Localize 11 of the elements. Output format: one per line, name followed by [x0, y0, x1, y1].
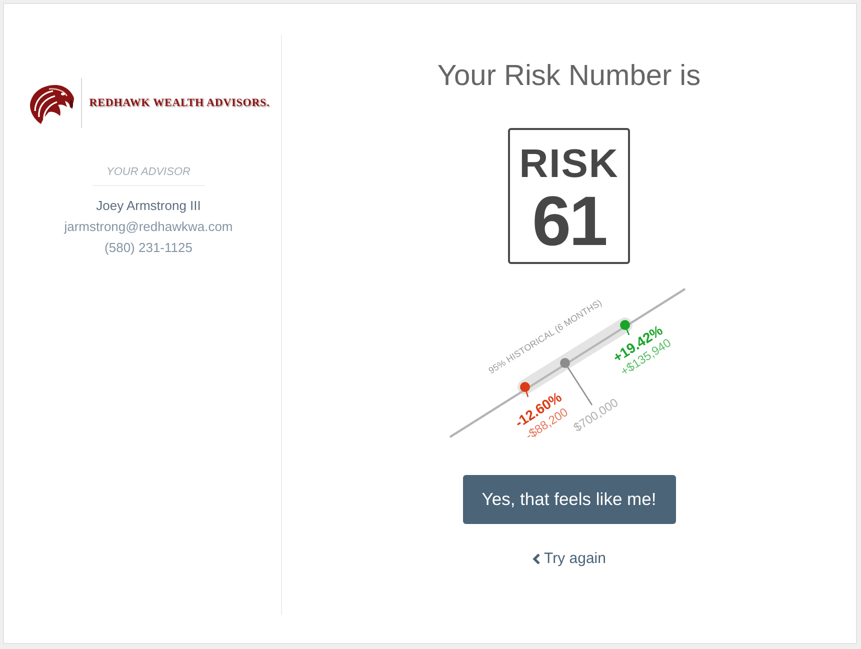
company-name: REDHAWK WEALTH ADVISORS. [89, 97, 270, 109]
sign-word: RISK [519, 144, 619, 184]
page-title: Your Risk Number is [437, 59, 701, 93]
advisor-heading: YOUR ADVISOR [106, 165, 190, 179]
risk-number: 61 [532, 188, 606, 254]
advisor-name: Joey Armstrong III [96, 197, 201, 215]
confirm-button[interactable]: Yes, that feels like me! [462, 475, 676, 524]
advisor-phone: (580) 231-1125 [104, 239, 192, 257]
chevron-left-icon [532, 553, 540, 565]
try-again-link[interactable]: Try again [532, 549, 606, 569]
advisor-email: jarmstrong@redhawkwa.com [64, 218, 233, 236]
